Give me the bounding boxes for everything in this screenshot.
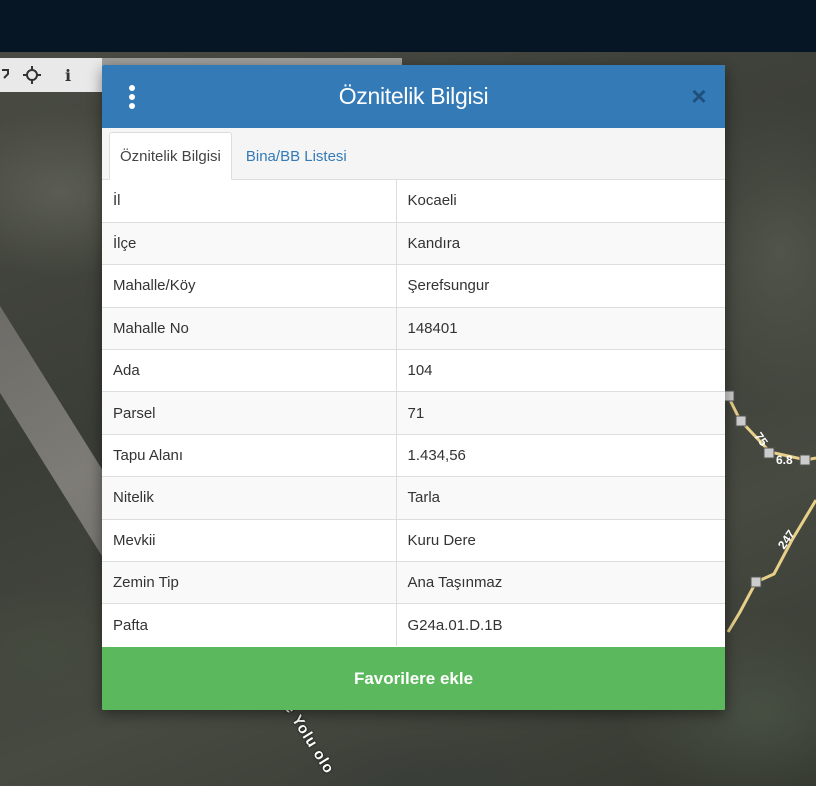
kebab-menu-button[interactable] — [122, 83, 142, 111]
table-row: Parsel 71 — [102, 391, 725, 435]
attribute-info-modal: Öznitelik Bilgisi × Öznitelik Bilgisi Bi… — [102, 65, 725, 710]
row-value: Ana Taşınmaz — [396, 561, 725, 604]
row-value: Tarla — [396, 476, 725, 520]
row-value: 104 — [396, 349, 725, 392]
menu-dot — [129, 94, 135, 100]
info-icon: i — [64, 65, 72, 85]
locate-tool-button[interactable] — [14, 58, 50, 92]
table-row: Mahalle No 148401 — [102, 306, 725, 350]
row-value: 1.434,56 — [396, 433, 725, 477]
tab-bar: Öznitelik Bilgisi Bina/BB Listesi — [102, 128, 725, 180]
menu-dot — [129, 85, 135, 91]
table-row: Zemin Tip Ana Taşınmaz — [102, 561, 725, 604]
row-key: Zemin Tip — [102, 561, 397, 604]
measure-label-1: 75 — [752, 430, 771, 449]
measure-label-2: 6.8 — [776, 453, 793, 467]
modal-header: Öznitelik Bilgisi × — [102, 65, 725, 128]
row-key: Mevkii — [102, 518, 397, 562]
table-row: Tapu Alanı 1.434,56 — [102, 433, 725, 477]
table-row: Nitelik Tarla — [102, 476, 725, 520]
row-key: Nitelik — [102, 476, 397, 520]
row-value: Şerefsungur — [396, 264, 725, 308]
table-row: Pafta G24a.01.D.1B — [102, 603, 725, 647]
row-value: Kandıra — [396, 221, 725, 265]
crosshair-icon — [23, 66, 41, 84]
modal-title: Öznitelik Bilgisi — [338, 83, 489, 109]
row-value: Kocaeli — [407, 192, 457, 210]
map-toolbar: i — [0, 58, 102, 92]
close-button[interactable]: × — [687, 83, 711, 109]
row-value: 148401 — [396, 306, 725, 350]
row-key: İlçe — [102, 221, 397, 265]
edit-tool-button[interactable] — [0, 58, 14, 92]
table-row: Ada 104 — [102, 349, 725, 392]
table-row: Mevkii Kuru Dere — [102, 518, 725, 562]
menu-dot — [129, 103, 135, 109]
table-row: Mahalle/Köy Şerefsungur — [102, 264, 725, 308]
row-value: G24a.01.D.1B — [396, 603, 725, 647]
table-row: İl Kocaeli — [102, 180, 725, 223]
row-value: 71 — [396, 391, 725, 435]
row-key: Tapu Alanı — [102, 433, 397, 477]
table-row: İlçe Kandıra — [102, 221, 725, 265]
row-key: İl — [102, 180, 397, 223]
edit-icon — [2, 69, 9, 79]
top-navbar — [0, 0, 816, 52]
close-icon: × — [691, 81, 707, 111]
attribute-table: İl Kocaeli İlçe Kandıra Mahalle/Köy Şere… — [102, 180, 725, 647]
row-key: Ada — [102, 349, 397, 392]
row-value: Kuru Dere — [396, 518, 725, 562]
tab-attribute-info[interactable]: Öznitelik Bilgisi — [109, 132, 232, 180]
page: lu e Yolu olo 75 6.8 247 — [0, 0, 816, 786]
add-to-favorites-button[interactable]: Favorilere ekle — [102, 647, 725, 710]
measure-label-3: 247 — [775, 527, 798, 552]
tab-building-list[interactable]: Bina/BB Listesi — [232, 132, 357, 180]
info-tool-button[interactable]: i — [50, 58, 86, 92]
row-key: Mahalle No — [102, 306, 397, 350]
row-key: Mahalle/Köy — [102, 264, 397, 308]
row-key: Parsel — [102, 391, 397, 435]
row-key: Pafta — [102, 603, 397, 647]
